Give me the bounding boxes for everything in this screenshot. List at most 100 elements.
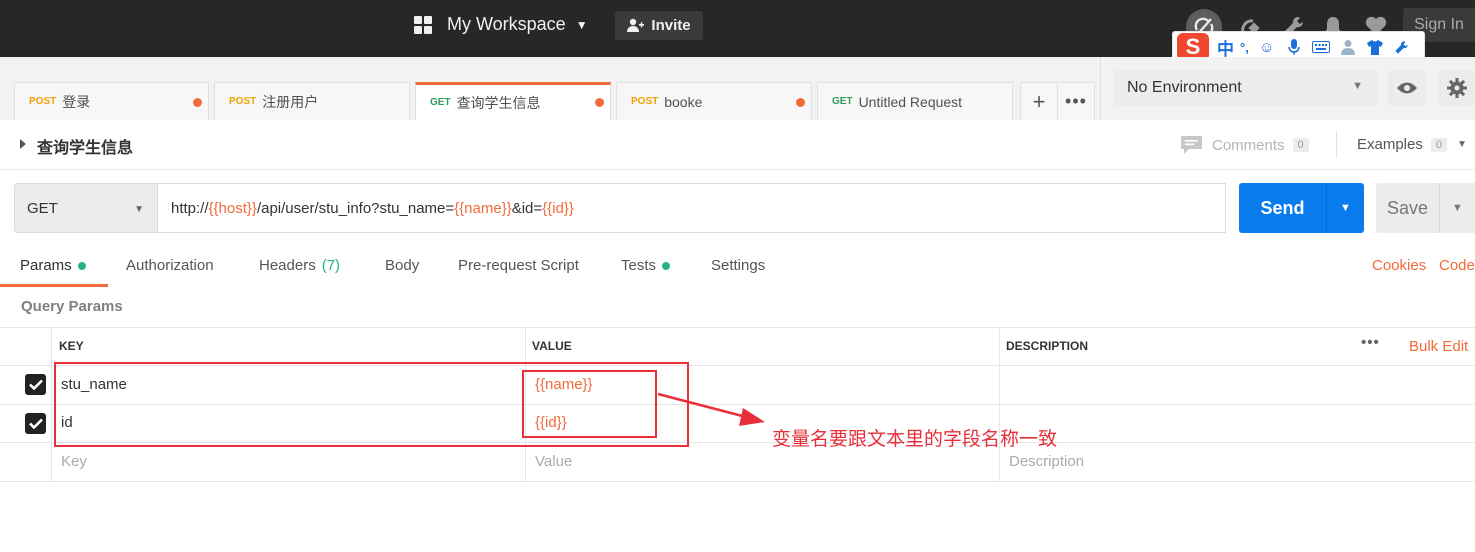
tab-headers-label: Headers [259,257,316,274]
tab-booke[interactable]: POST booke [616,82,812,120]
url-query: &id= [511,199,543,217]
tab-method: POST [29,96,57,107]
divider [1100,57,1101,120]
unsaved-dot [193,98,202,107]
examples-label: Examples [1357,136,1423,153]
new-tab-button[interactable]: + [1021,83,1057,120]
settings-button[interactable] [1439,70,1475,106]
tab-login[interactable]: POST 登录 [14,82,209,120]
tab-method: POST [229,96,257,107]
emoji-icon[interactable]: ☺ [1258,38,1276,56]
wrench-icon[interactable] [1393,38,1411,56]
query-params-title: Query Params [21,298,123,315]
row-checkbox[interactable] [25,374,46,395]
tab-body[interactable]: Body [385,257,419,274]
save-options-caret-icon[interactable]: ▼ [1439,183,1475,233]
unsaved-dot [595,98,604,107]
caret-down-icon: ▼ [575,17,588,32]
method-select[interactable]: GET ▼ [14,183,158,233]
divider [1336,132,1337,158]
url-path: /api/user/stu_info?stu_name= [256,199,455,217]
tab-label: 登录 [62,93,91,110]
new-value-input[interactable]: Value [535,453,572,470]
active-tab-indicator [0,284,108,287]
examples-count: 0 [1430,137,1447,152]
active-dot [662,261,671,270]
request-title-row: 查询学生信息 Comments 0 Examples 0 ▼ [0,120,1475,170]
keyboard-icon[interactable] [1311,38,1330,56]
shirt-icon[interactable] [1366,38,1384,56]
active-dot [77,261,86,270]
annotation-note: 变量名要跟文本里的字段名称一致 [772,429,1058,450]
tab-method: GET [832,96,853,107]
add-user-icon [627,18,645,32]
column-header-description: DESCRIPTION [1006,339,1089,353]
caret-down-icon: ▼ [1352,80,1363,92]
unsaved-dot [796,98,805,107]
ime-mode-toggle[interactable]: 中 [1217,35,1234,60]
check-icon [28,379,43,390]
tab-authorization[interactable]: Authorization [126,257,214,274]
expand-triangle-icon[interactable] [20,139,26,149]
ime-punct-toggle[interactable]: °, [1240,40,1249,55]
url-variable-host: {{host}} [208,199,257,217]
column-header-key: KEY [59,339,84,353]
tab-prerequest-script[interactable]: Pre-request Script [458,257,579,274]
column-options-icon[interactable]: ••• [1361,334,1380,351]
user-icon[interactable] [1339,38,1357,56]
eye-icon [1397,82,1417,94]
tab-headers[interactable]: Headers (7) [259,257,340,274]
comments-count: 0 [1292,138,1309,152]
environment-quick-look-button[interactable] [1388,70,1426,106]
table-border [0,481,1475,482]
examples-button[interactable]: Examples 0 ▼ [1357,136,1467,153]
tab-method: POST [631,96,659,107]
table-border [999,327,1000,481]
save-button[interactable]: Save [1376,183,1439,233]
tab-params[interactable]: Params [20,257,86,274]
table-border [51,327,52,481]
environment-selected: No Environment [1127,79,1242,96]
comments-button[interactable]: Comments 0 [1181,136,1309,154]
url-input[interactable]: http://{{host}}/api/user/stu_info?stu_na… [157,183,1226,233]
new-key-input[interactable]: Key [61,453,87,470]
send-options-caret-icon[interactable]: ▼ [1326,183,1364,233]
url-variable-name: {{name}} [454,199,512,217]
code-link[interactable]: Code [1439,257,1475,274]
tab-label: Untitled Request [858,93,963,110]
request-title[interactable]: 查询学生信息 [37,134,133,158]
tab-tests[interactable]: Tests [621,257,671,274]
invite-button[interactable]: Invite [615,11,703,40]
annotation-arrow-icon [657,392,765,426]
row-checkbox[interactable] [25,413,46,434]
tab-settings[interactable]: Settings [711,257,765,274]
annotation-box-values [522,370,657,438]
cookies-link[interactable]: Cookies [1372,257,1426,274]
workspace-switcher[interactable]: My Workspace ▼ [414,14,588,35]
more-tabs-button[interactable]: ••• [1057,83,1094,120]
caret-down-icon: ▼ [134,204,144,215]
tab-tests-label: Tests [621,257,657,274]
environment-select[interactable]: No Environment ▼ [1114,70,1377,106]
send-button[interactable]: Send [1239,183,1326,233]
send-button-group: Send ▼ [1239,183,1364,233]
comment-icon [1181,136,1202,154]
tab-label: booke [664,93,703,110]
comments-label: Comments [1212,136,1285,154]
save-button-group: Save ▼ [1376,183,1475,233]
tab-method: GET [430,97,451,108]
tab-params-label: Params [20,257,72,274]
tab-untitled-request[interactable]: GET Untitled Request [817,82,1013,120]
mic-icon[interactable] [1285,38,1303,56]
new-description-input[interactable]: Description [1009,453,1084,470]
tab-register-user[interactable]: POST 注册用户 [214,82,410,120]
table-border [0,327,1475,328]
tab-actions: + ••• [1020,82,1095,120]
check-icon [28,418,43,429]
tab-query-student[interactable]: GET 查询学生信息 [415,82,611,120]
column-header-value: VALUE [532,339,572,353]
url-scheme: http:// [171,199,209,217]
url-variable-id: {{id}} [542,199,574,217]
headers-count: (7) [321,257,341,274]
bulk-edit-link[interactable]: Bulk Edit [1409,338,1468,355]
